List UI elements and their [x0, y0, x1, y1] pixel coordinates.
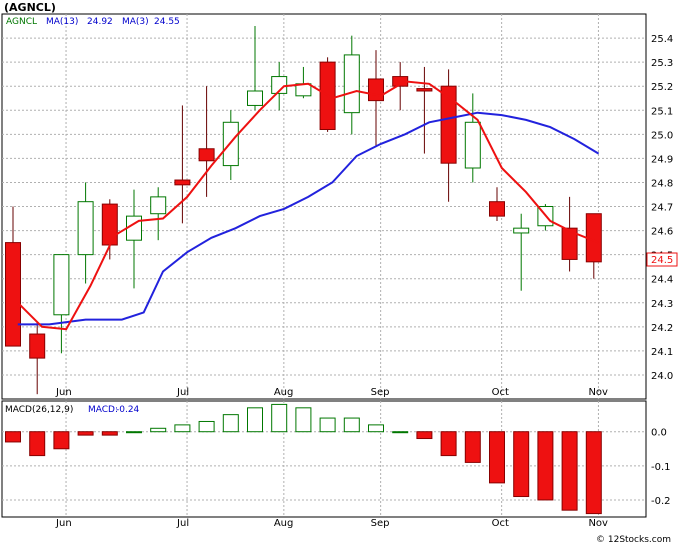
macd-bar-positive — [343, 417, 360, 433]
macd-tick-label: -0.2 — [651, 496, 671, 507]
month-label: Jul — [176, 387, 189, 398]
macd-bar-positive — [174, 424, 191, 433]
price-tick-label: 24.1 — [651, 347, 673, 358]
candle-up — [343, 54, 360, 114]
macd-month-label: Nov — [588, 518, 608, 529]
price-tick-label: 24.8 — [651, 178, 673, 189]
macd-legend-label: MACD: — [88, 405, 118, 415]
candle-up — [126, 215, 142, 241]
candle-down — [29, 333, 46, 359]
month-label: Aug — [274, 387, 294, 398]
macd-bar-negative — [561, 431, 578, 511]
footer-credit: © 12Stocks.com — [596, 535, 671, 545]
candle-up — [53, 254, 70, 316]
legend-ma13-value: 24.92 — [87, 17, 113, 27]
price-tick-label: 24.0 — [651, 371, 673, 382]
macd-bar-negative — [489, 431, 505, 484]
candle-up — [150, 196, 167, 215]
price-tick-label: 25.1 — [651, 106, 673, 117]
macd-bar-negative — [513, 431, 530, 498]
macd-bar-negative — [585, 431, 602, 515]
stock-chart: 24.0 24.1 24.2 24.3 24.4 24.5 24.6 24.7 24.8 24.9… — [1, 13, 678, 545]
macd-bar-negative — [440, 431, 457, 457]
candle-down — [489, 201, 505, 217]
macd-bar-negative — [29, 431, 46, 457]
price-tick-label: 25.3 — [651, 58, 673, 69]
month-label: Nov — [588, 387, 608, 398]
macd-bar-negative — [101, 431, 118, 436]
macd-bar-positive — [150, 427, 167, 433]
macd-month-label: Sep — [371, 518, 390, 529]
macd-bar-positive — [198, 420, 215, 433]
macd-month-label: Jul — [176, 518, 189, 529]
candle-up — [247, 90, 263, 106]
macd-month-label: Oct — [492, 518, 509, 529]
macd-bar-positive — [392, 431, 409, 434]
candle-down — [416, 88, 433, 92]
price-tick-label: 24.4 — [651, 275, 673, 286]
macd-tick-label: 0.0 — [651, 428, 667, 439]
candle-up — [464, 121, 481, 169]
macd-tick-label: -0.1 — [651, 462, 671, 473]
candle-down — [198, 148, 215, 162]
price-tick-label: 25.4 — [651, 34, 673, 45]
month-label: Jun — [55, 387, 72, 398]
candle-down — [5, 242, 21, 347]
candle-down — [174, 179, 191, 186]
macd-month-label: Aug — [274, 518, 294, 529]
candle-down — [368, 78, 384, 102]
candle-up — [77, 201, 94, 256]
candle-up — [513, 227, 530, 234]
macd-bar-negative — [464, 431, 481, 463]
macd-legend-name: MACD(26,12,9) — [5, 405, 73, 415]
macd-bar-negative — [5, 431, 21, 443]
macd-bar-positive — [222, 414, 239, 433]
legend-ticker: AGNCL — [6, 17, 37, 27]
price-tick-label: 24.6 — [651, 227, 673, 238]
price-tick-label: 24.3 — [651, 299, 673, 310]
macd-bar-positive — [319, 417, 336, 433]
price-tick-label: 24.2 — [651, 323, 673, 334]
price-tick-label: 24.7 — [651, 203, 673, 214]
month-label: Oct — [492, 387, 509, 398]
legend-ma3-label: MA(3) — [122, 17, 149, 27]
legend-ma3-value: 24.55 — [154, 17, 180, 27]
macd-bar-positive — [126, 431, 142, 434]
legend-ma13-label: MA(13) — [46, 17, 78, 27]
macd-bar-negative — [53, 431, 70, 450]
candle-down — [101, 203, 118, 246]
month-label: Sep — [371, 387, 390, 398]
price-tick-label: 25.2 — [651, 82, 673, 93]
macd-bar-positive — [368, 424, 384, 433]
macd-bar-negative — [416, 431, 433, 440]
price-tick-label: 24.9 — [651, 154, 673, 165]
price-tick-label: 25.0 — [651, 130, 673, 141]
last-price-label: 24.5 — [651, 255, 673, 266]
macd-bar-positive — [271, 403, 288, 433]
macd-bar-positive — [247, 407, 263, 433]
macd-bar-positive — [295, 407, 312, 433]
macd-legend-value: -0.24 — [116, 405, 140, 415]
macd-bar-negative — [537, 431, 554, 501]
macd-month-label: Jun — [55, 518, 72, 529]
macd-bar-negative — [77, 431, 94, 436]
